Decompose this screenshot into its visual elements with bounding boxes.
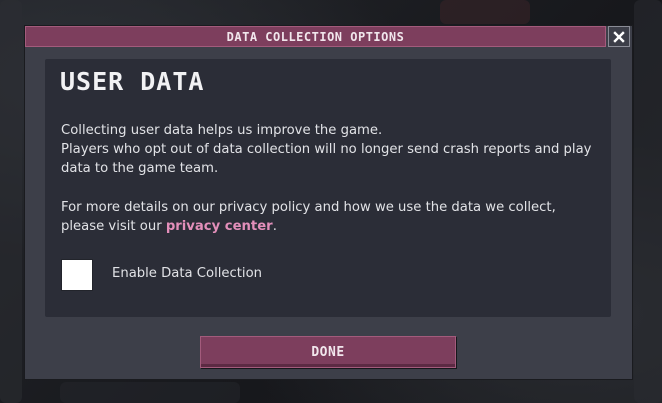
done-button-label: DONE bbox=[311, 344, 345, 360]
privacy-text-end: . bbox=[272, 219, 277, 234]
enable-data-collection-checkbox[interactable] bbox=[61, 259, 93, 291]
background-shape bbox=[0, 0, 22, 403]
user-data-panel: USER DATA Collecting user data helps us … bbox=[45, 59, 611, 317]
close-button[interactable] bbox=[608, 26, 630, 47]
background-shape bbox=[60, 382, 240, 403]
close-icon bbox=[613, 30, 625, 43]
data-collection-dialog: DATA COLLECTION OPTIONS USER DATA Collec… bbox=[25, 26, 632, 379]
background-shape bbox=[440, 0, 530, 24]
dialog-titlebar: DATA COLLECTION OPTIONS bbox=[25, 26, 606, 47]
privacy-text: For more details on our privacy policy a… bbox=[61, 200, 556, 234]
privacy-center-link[interactable]: privacy center bbox=[166, 219, 273, 234]
checkbox-label: Enable Data Collection bbox=[112, 266, 263, 281]
dialog-title: DATA COLLECTION OPTIONS bbox=[226, 29, 405, 44]
background-shape bbox=[634, 0, 662, 403]
intro-line-2: Players who opt out of data collection w… bbox=[61, 142, 592, 176]
done-button[interactable]: DONE bbox=[200, 336, 456, 368]
privacy-paragraph: For more details on our privacy policy a… bbox=[61, 198, 601, 236]
intro-paragraph: Collecting user data helps us improve th… bbox=[61, 121, 601, 178]
panel-heading: USER DATA bbox=[60, 67, 205, 96]
intro-line-1: Collecting user data helps us improve th… bbox=[61, 123, 383, 138]
